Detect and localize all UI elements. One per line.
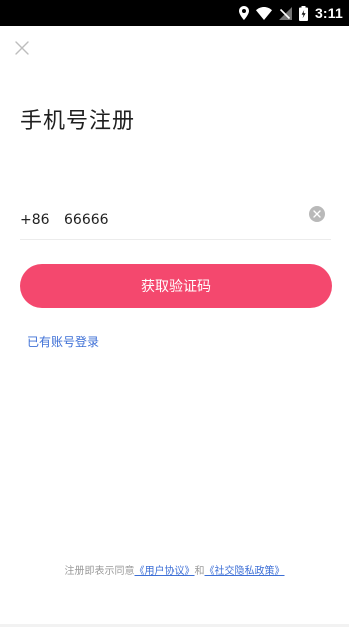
clear-input-button[interactable]: [309, 206, 325, 222]
battery-icon: [298, 0, 308, 26]
get-code-button[interactable]: 获取验证码: [20, 264, 332, 308]
country-code[interactable]: +86: [20, 212, 64, 228]
status-bar: 3:11: [0, 0, 349, 26]
user-agreement-link[interactable]: 《用户协议》: [135, 566, 195, 577]
agreement-prefix: 注册即表示同意: [64, 566, 135, 577]
agreement-and: 和: [194, 566, 205, 577]
signal-icon: [278, 0, 292, 26]
login-link[interactable]: 已有账号登录: [27, 333, 99, 350]
location-icon: [238, 0, 249, 26]
status-time: 3:11: [314, 5, 343, 21]
wifi-icon: [255, 0, 272, 26]
close-icon: [15, 40, 29, 59]
privacy-policy-link[interactable]: 《社交隐私政策》: [205, 566, 285, 577]
close-button[interactable]: [11, 38, 33, 60]
clear-icon: [313, 210, 321, 218]
agreement-text: 注册即表示同意《用户协议》和《社交隐私政策》: [0, 562, 349, 577]
phone-input[interactable]: [64, 207, 264, 232]
phone-field-row: +86: [20, 200, 331, 240]
page-title: 手机号注册: [20, 109, 136, 134]
